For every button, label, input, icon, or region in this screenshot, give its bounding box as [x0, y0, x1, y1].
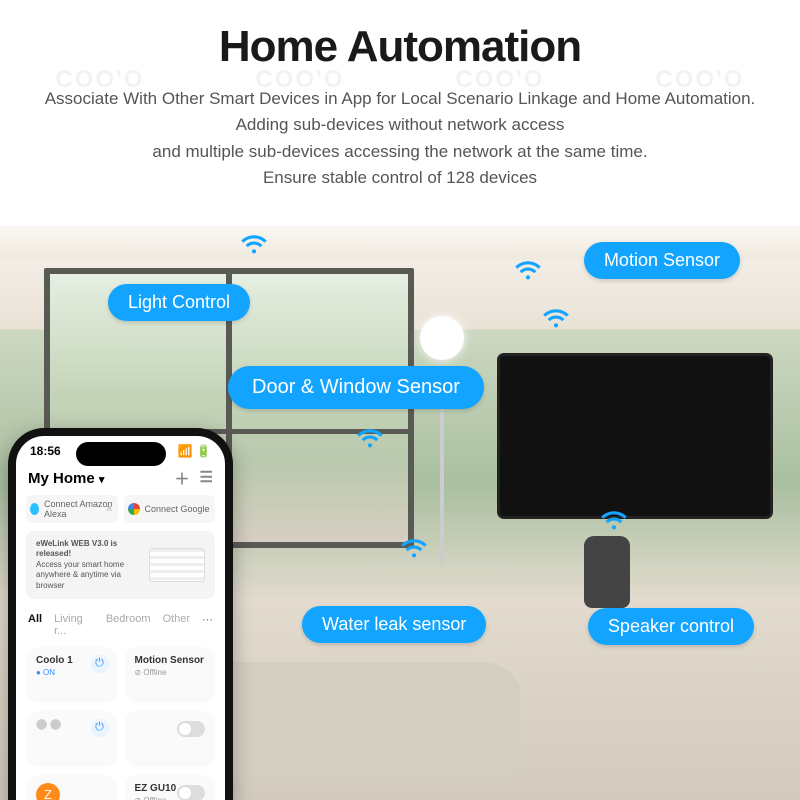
banner-title: eWeLink WEB V3.0 is released!: [36, 539, 117, 558]
connect-google-chip[interactable]: Connect Google: [124, 495, 216, 523]
tab-other[interactable]: Other: [162, 613, 190, 637]
card-status: ⊘ Offline: [135, 668, 206, 677]
desc-line: Adding sub-devices without network acces…: [236, 115, 565, 134]
tab-all[interactable]: All: [28, 613, 42, 637]
room-scene: Light Control Motion Sensor Door & Windo…: [0, 226, 800, 800]
smart-speaker: [584, 536, 630, 608]
description: Associate With Other Smart Devices in Ap…: [0, 72, 800, 199]
desc-line: Ensure stable control of 128 devices: [263, 168, 537, 187]
wifi-icon: [514, 258, 542, 280]
label-motion-sensor: Motion Sensor: [584, 242, 740, 279]
chip-label: Connect Google: [145, 504, 210, 514]
close-icon[interactable]: ✕: [105, 504, 113, 515]
device-card[interactable]: [125, 711, 216, 767]
home-dropdown[interactable]: My Home ▾: [28, 470, 104, 487]
banner-thumb: [149, 548, 205, 582]
toggle[interactable]: [177, 721, 205, 737]
label-water-leak-sensor: Water leak sensor: [302, 606, 486, 643]
wifi-icon: [400, 536, 428, 558]
phone-time: 18:56: [30, 444, 61, 458]
power-icon[interactable]: ⏻: [91, 655, 109, 673]
device-card-coolo[interactable]: Coolo 1 ● ON ⏻: [26, 647, 117, 703]
ewelink-banner[interactable]: eWeLink WEB V3.0 is released! Access you…: [26, 531, 215, 599]
power-icon[interactable]: ⏻: [91, 719, 109, 737]
chip-label: Connect Amazon Alexa: [44, 499, 114, 519]
toggle[interactable]: [177, 785, 205, 800]
label-door-window-sensor: Door & Window Sensor: [228, 366, 484, 409]
label-light-control: Light Control: [108, 284, 250, 321]
wifi-icon: [356, 426, 384, 448]
tab-bedroom[interactable]: Bedroom: [106, 613, 151, 637]
room-tabs: All Living r... Bedroom Other ⋯: [16, 607, 225, 643]
phone-mockup: 18:56 📶 🔋 My Home ▾ ＋ ☰ Connect Amazon A…: [8, 428, 233, 800]
wifi-icon: [600, 508, 628, 530]
desc-line: Associate With Other Smart Devices in Ap…: [45, 89, 756, 108]
wifi-icon: [542, 306, 570, 328]
gateway-icon: Z: [36, 783, 60, 800]
tab-living[interactable]: Living r...: [54, 613, 94, 637]
page-title: Home Automation: [0, 0, 800, 72]
more-icon[interactable]: ⋯: [202, 613, 213, 637]
add-icon[interactable]: ＋: [175, 468, 190, 489]
label-speaker-control: Speaker control: [588, 608, 754, 645]
dashboard-icon[interactable]: ☰: [200, 468, 213, 489]
chevron-down-icon: ▾: [99, 474, 105, 486]
wifi-icon: [240, 232, 268, 254]
card-name: Motion Sensor: [135, 655, 206, 666]
device-card[interactable]: ⬤ ⬤ ⏻: [26, 711, 117, 767]
device-card-ez[interactable]: EZ GU10 ⊘ Offline: [125, 775, 216, 800]
tv: [500, 356, 770, 516]
device-card-gateway[interactable]: Z Gateway Subdevices 2: [26, 775, 117, 800]
desc-line: and multiple sub-devices accessing the n…: [152, 142, 647, 161]
device-card-motion[interactable]: Motion Sensor ⊘ Offline: [125, 647, 216, 703]
connect-alexa-chip[interactable]: Connect Amazon Alexa ✕: [26, 495, 118, 523]
banner-sub: Access your smart home anywhere & anytim…: [36, 560, 124, 590]
status-icons: 📶 🔋: [178, 444, 211, 458]
phone-notch: [76, 442, 166, 466]
